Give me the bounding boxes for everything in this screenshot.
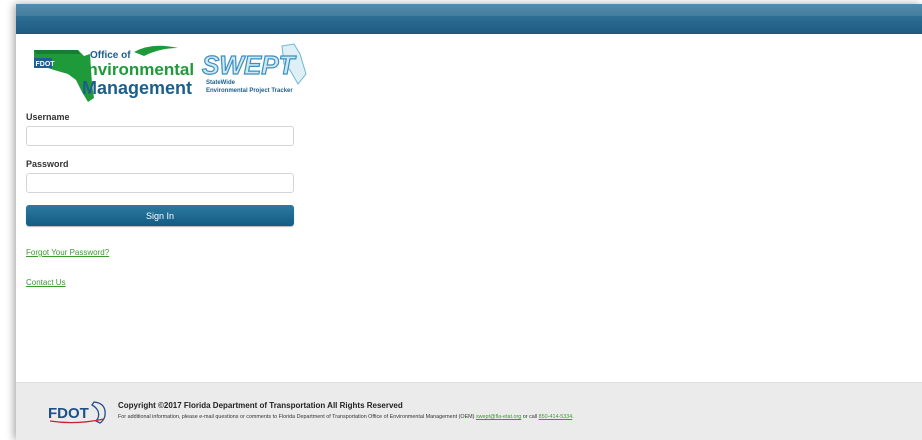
oem-swept-logo: FDOT Office of Environmental Management … — [34, 43, 307, 102]
info-prefix: For additional information, please e-mai… — [118, 414, 475, 420]
contact-info-text: For additional information, please e-mai… — [118, 414, 574, 420]
contact-us-link[interactable]: Contact Us — [26, 278, 66, 287]
svg-text:Management: Management — [82, 78, 192, 98]
sign-in-button[interactable]: Sign In — [26, 205, 294, 226]
svg-text:StateWide: StateWide — [206, 80, 236, 86]
svg-text:Environmental: Environmental — [76, 60, 194, 79]
fdot-logo: FDOT — [48, 401, 106, 424]
footer: FDOT Copyright ©2017 Florida Department … — [16, 382, 922, 440]
svg-text:FDOT: FDOT — [36, 61, 56, 68]
top-header-bar — [16, 4, 922, 34]
svg-text:FDOT: FDOT — [48, 405, 89, 422]
phone-link[interactable]: 850-414-5334 — [539, 414, 573, 420]
username-input[interactable] — [26, 126, 294, 146]
info-suffix: . — [572, 414, 574, 420]
copyright-text: Copyright ©2017 Florida Department of Tr… — [118, 401, 403, 410]
svg-text:Environmental Project Tracker: Environmental Project Tracker — [206, 88, 293, 94]
email-link[interactable]: swept@fla-etat.org — [476, 414, 521, 420]
username-label: Username — [26, 112, 70, 122]
info-middle: or call — [522, 414, 538, 420]
app-window: FDOT Office of Environmental Management … — [16, 4, 922, 440]
password-label: Password — [26, 159, 69, 169]
forgot-password-link[interactable]: Forgot Your Password? — [26, 248, 109, 257]
password-input[interactable] — [26, 173, 294, 193]
svg-text:SWEPT: SWEPT — [202, 50, 297, 80]
